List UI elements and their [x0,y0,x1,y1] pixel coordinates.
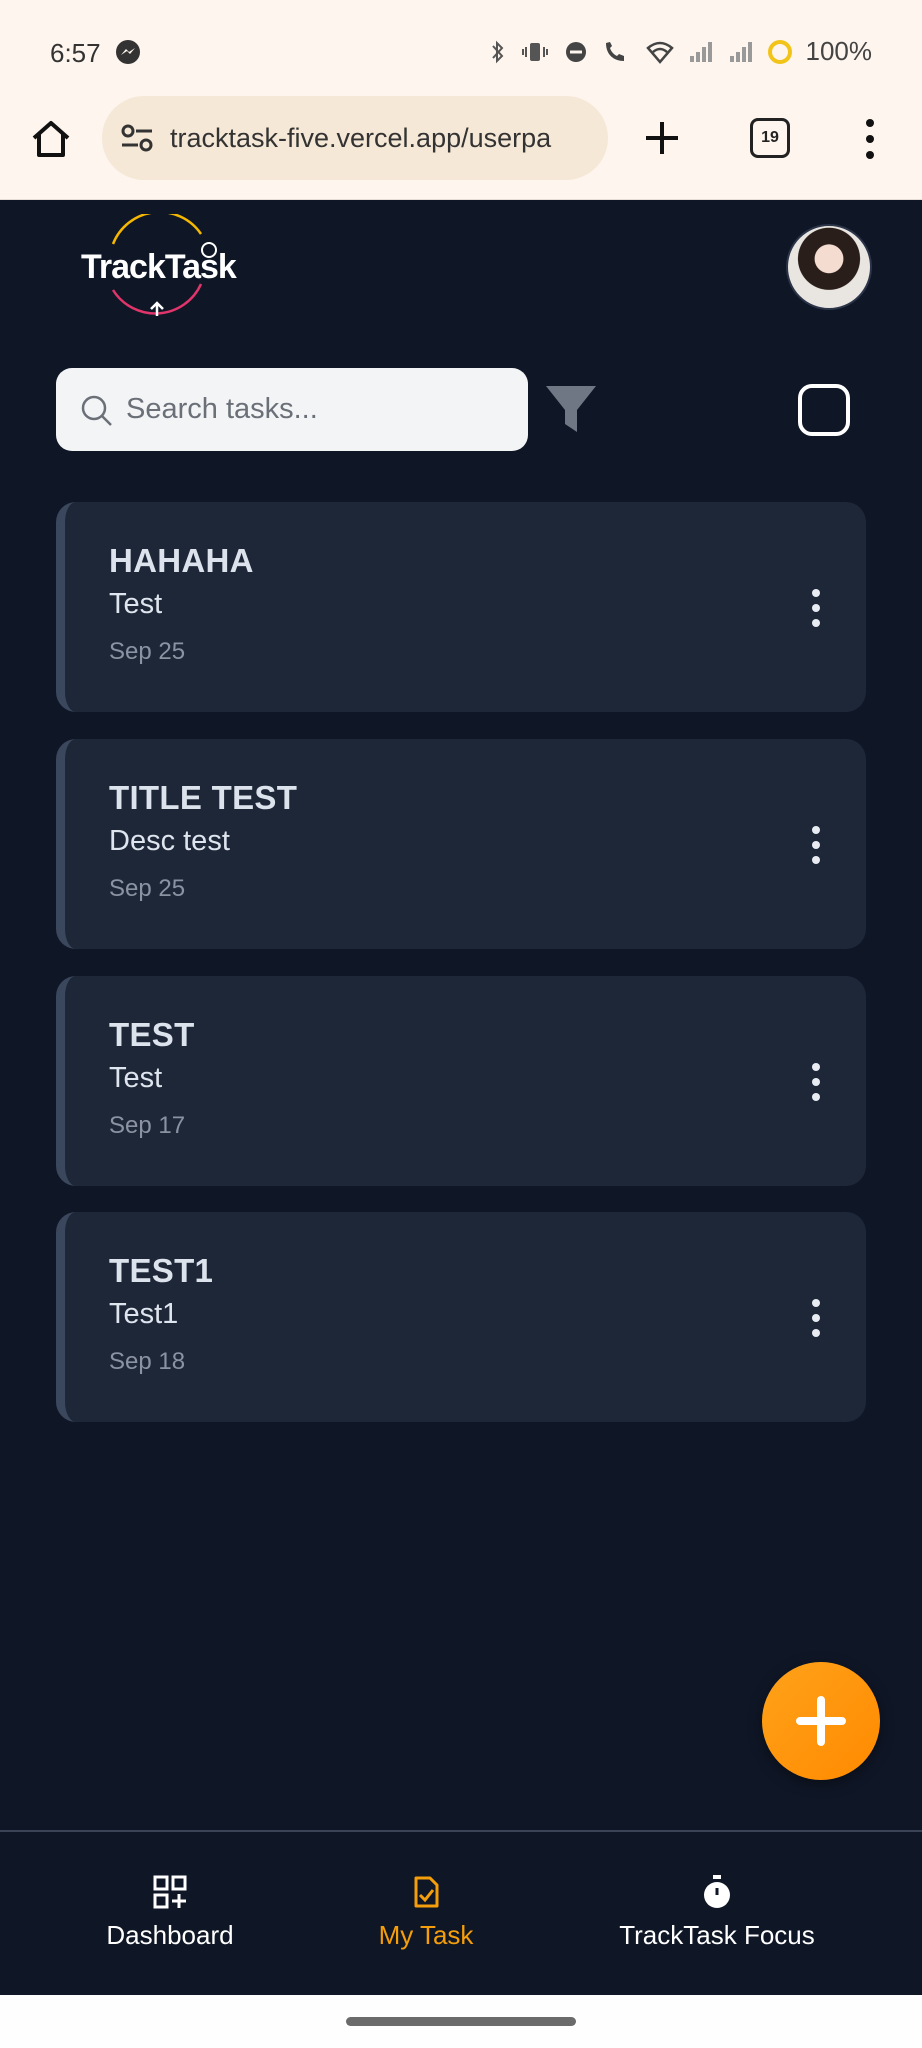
task-date: Sep 18 [109,1348,186,1375]
task-description: Test1 [109,1298,179,1330]
tab-count: 19 [761,129,779,146]
task-description: Desc test [109,825,230,857]
vibrate-icon [521,42,548,61]
browser-toolbar: tracktask-five.vercel.app/userpa 19 [0,96,922,200]
task-date: Sep 17 [109,1112,186,1139]
task-date: Sep 25 [109,638,186,665]
url-bar[interactable]: tracktask-five.vercel.app/userpa [102,96,608,180]
url-text[interactable]: tracktask-five.vercel.app/userpa [170,123,594,154]
plus-icon [796,1696,846,1746]
signal-icon [689,41,712,62]
battery-icon [767,39,792,64]
nav-dashboard[interactable]: Dashboard [100,1874,240,1951]
wifi-call-icon [605,41,624,61]
signal-icon-2 [729,41,752,62]
dnd-icon [565,41,586,62]
nav-label: My Task [378,1920,474,1950]
task-description: Test [109,1062,163,1094]
task-card[interactable]: TEST Test Sep 17 [56,976,866,1186]
messenger-icon [116,40,140,64]
search-input[interactable] [126,368,506,451]
bottom-navigation: Dashboard My Task TrackTask Focus [0,1830,922,1995]
new-tab-icon[interactable] [640,116,684,160]
home-icon[interactable] [28,116,74,162]
status-bar: 6:57 100% [0,0,922,96]
add-task-button[interactable] [762,1662,880,1780]
battery-percent: 100% [805,36,873,66]
task-title: TEST1 [109,1252,214,1289]
task-description: Test [109,588,163,620]
nav-tracktask-focus[interactable]: TrackTask Focus [612,1874,822,1951]
dashboard-icon [153,1875,187,1909]
site-settings-icon[interactable] [120,122,154,154]
wifi-icon [645,41,674,64]
task-title: HAHAHA [109,542,254,579]
user-avatar[interactable] [786,224,872,310]
filter-icon[interactable] [544,382,598,438]
select-all-checkbox[interactable] [798,384,850,436]
search-box[interactable] [56,368,528,451]
search-icon [81,395,112,426]
status-icons: 100% [490,36,873,67]
task-menu-icon[interactable] [810,1062,822,1102]
bluetooth-icon [491,40,503,63]
task-card[interactable]: HAHAHA Test Sep 25 [56,502,866,712]
tab-switcher-button[interactable]: 19 [750,118,790,158]
gesture-handle[interactable] [346,2017,576,2026]
logo-text: TrackTask [81,248,237,286]
tracktask-logo[interactable]: TrackTask [78,210,248,324]
task-check-icon [414,1876,439,1908]
gesture-bar [0,1995,922,2048]
stopwatch-icon [704,1875,730,1908]
nav-label: TrackTask Focus [619,1920,815,1950]
task-card[interactable]: TEST1 Test1 Sep 18 [56,1212,866,1422]
task-card[interactable]: TITLE TEST Desc test Sep 25 [56,739,866,949]
task-menu-icon[interactable] [810,588,822,628]
task-title: TITLE TEST [109,779,298,816]
nav-label: Dashboard [106,1920,234,1950]
task-menu-icon[interactable] [810,825,822,865]
task-menu-icon[interactable] [810,1298,822,1338]
task-title: TEST [109,1016,195,1053]
task-date: Sep 25 [109,875,186,902]
status-time: 6:57 [50,38,101,68]
more-options-icon[interactable] [862,118,878,160]
nav-my-task[interactable]: My Task [361,1874,491,1951]
